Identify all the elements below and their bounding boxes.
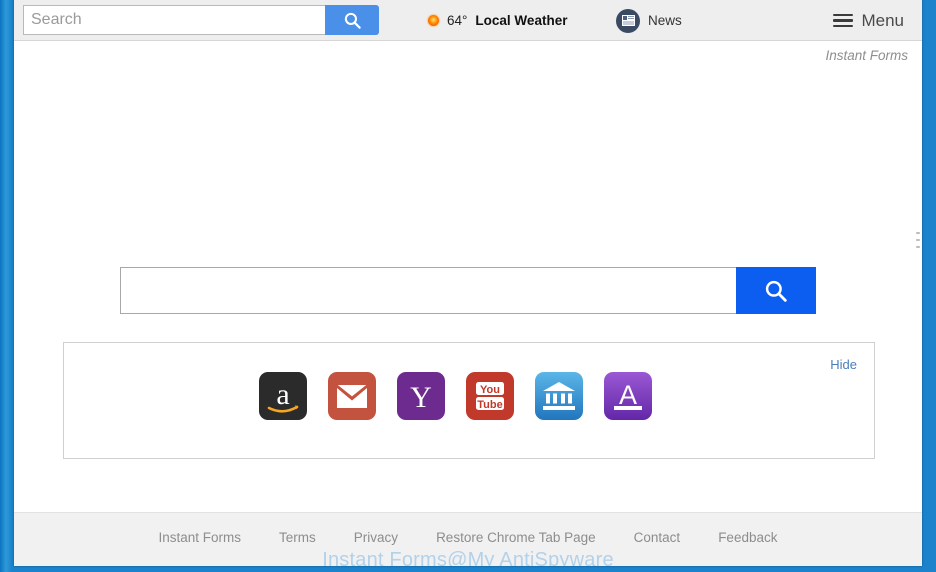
footer-link-restore-chrome-tab-page[interactable]: Restore Chrome Tab Page	[436, 530, 596, 545]
letter-a-icon: A	[614, 380, 642, 410]
news-label: News	[648, 13, 682, 28]
svg-text:a: a	[276, 378, 289, 411]
bank-icon	[543, 382, 575, 410]
toolbar-search-input[interactable]	[23, 5, 325, 35]
scrollbar-grip[interactable]	[916, 232, 920, 248]
shortcut-answers[interactable]: A	[604, 372, 652, 420]
svg-text:A: A	[619, 380, 637, 410]
menu-label: Menu	[861, 10, 904, 30]
extension-toolbar: 64° Local Weather News	[14, 0, 922, 41]
svg-text:Y: Y	[410, 381, 432, 414]
footer-link-feedback[interactable]: Feedback	[718, 530, 777, 545]
search-icon	[765, 280, 787, 302]
svg-text:You: You	[480, 384, 500, 396]
main-search-group	[120, 267, 816, 314]
shortcut-yahoo[interactable]: Y	[397, 372, 445, 420]
main-search-button[interactable]	[736, 267, 816, 314]
main-search-input[interactable]	[120, 267, 736, 314]
shortcut-amazon[interactable]: a	[259, 372, 307, 420]
footer-link-contact[interactable]: Contact	[634, 530, 681, 545]
yahoo-icon: Y	[410, 381, 432, 414]
weather-temperature: 64°	[447, 13, 468, 28]
youtube-icon: You Tube	[476, 382, 504, 411]
gmail-icon	[337, 384, 367, 408]
local-weather-button[interactable]: 64° Local Weather	[428, 0, 567, 41]
footer-link-privacy[interactable]: Privacy	[354, 530, 398, 545]
news-button[interactable]: News	[616, 0, 682, 41]
footer-link-instant-forms[interactable]: Instant Forms	[159, 530, 242, 545]
menu-button[interactable]: Menu	[833, 0, 904, 41]
newspaper-icon	[616, 8, 640, 33]
toolbar-search-button[interactable]	[325, 5, 379, 35]
sun-icon	[428, 15, 439, 26]
svg-text:Tube: Tube	[477, 399, 502, 411]
amazon-icon: a	[267, 378, 299, 413]
toolbar-search-group	[23, 5, 385, 35]
footer: Instant Forms Terms Privacy Restore Chro…	[14, 512, 922, 566]
shortcuts-panel: Hide a Y You Tube A	[63, 342, 875, 459]
hide-shortcuts-link[interactable]: Hide	[830, 357, 857, 372]
search-icon	[344, 12, 361, 29]
hamburger-icon	[833, 13, 854, 28]
shortcut-bank[interactable]	[535, 372, 583, 420]
shortcuts-row: a Y You Tube A	[259, 372, 652, 420]
browser-window-frame: 64° Local Weather News	[0, 0, 936, 572]
shortcut-youtube[interactable]: You Tube	[466, 372, 514, 420]
shortcut-gmail[interactable]	[328, 372, 376, 420]
footer-link-terms[interactable]: Terms	[279, 530, 316, 545]
page-surface: 64° Local Weather News	[14, 0, 922, 566]
weather-label: Local Weather	[475, 13, 568, 28]
brand-mark: Instant Forms	[825, 48, 908, 63]
